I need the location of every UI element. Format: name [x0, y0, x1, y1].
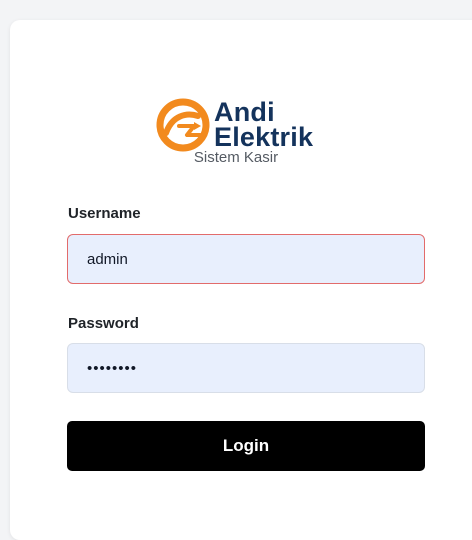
brand-name: Andi Elektrik [214, 99, 314, 152]
lightning-plug-logo-icon [156, 98, 210, 152]
password-label: Password [68, 315, 139, 332]
username-field[interactable] [67, 234, 425, 284]
brand-logo: Andi Elektrik [156, 98, 313, 152]
login-button[interactable]: Login [67, 421, 425, 471]
app-subtitle: Sistem Kasir [193, 149, 279, 166]
username-label: Username [68, 205, 141, 222]
brand-name-line2: Elektrik [214, 122, 314, 152]
password-field[interactable] [67, 343, 425, 393]
